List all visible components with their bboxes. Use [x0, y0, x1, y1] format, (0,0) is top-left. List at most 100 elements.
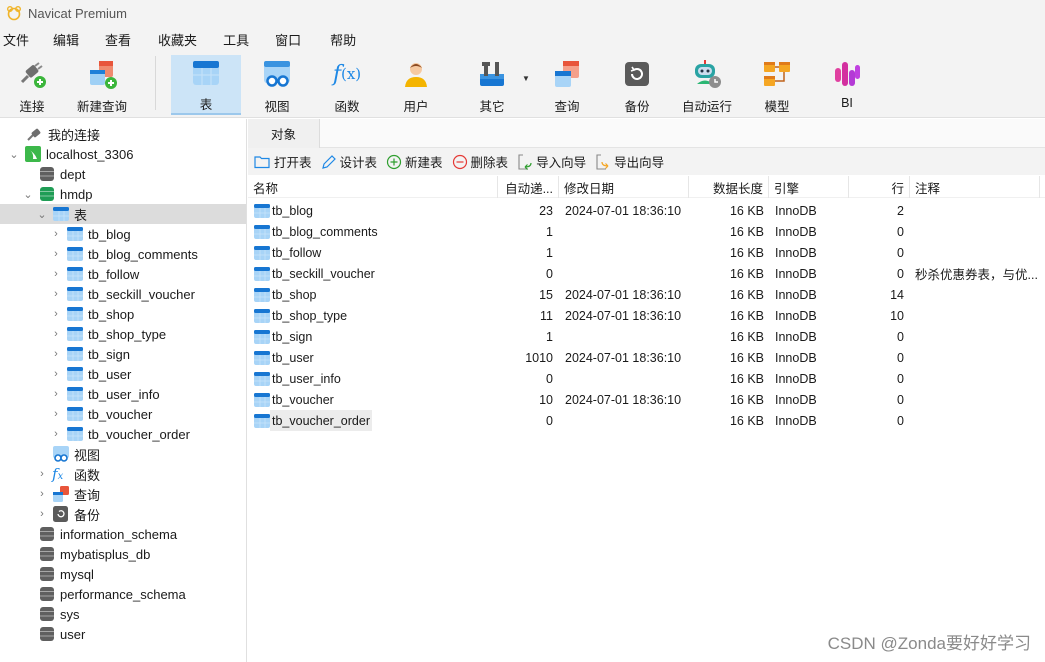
tree-node-backup[interactable]: › 备份: [36, 504, 100, 524]
chevron-right-icon[interactable]: ›: [50, 408, 62, 420]
chevron-right-icon[interactable]: ›: [50, 228, 62, 240]
column-header-data-length[interactable]: 数据长度: [689, 176, 769, 198]
chevron-right-icon[interactable]: ›: [50, 328, 62, 340]
chevron-right-icon[interactable]: ›: [50, 348, 62, 360]
database-open-icon: [38, 186, 56, 202]
toolbar-automation-button[interactable]: 自动运行: [678, 55, 736, 115]
toolbar-view-button[interactable]: 视图: [250, 55, 304, 115]
chevron-down-icon[interactable]: ⌄: [8, 148, 20, 161]
column-header-modified-date[interactable]: 修改日期: [559, 176, 689, 198]
tree-table-tb_blog[interactable]: › tb_blog: [50, 224, 131, 244]
column-header-auto-increment[interactable]: 自动递...: [498, 176, 559, 198]
tree-node-function[interactable]: › fx 函数: [36, 464, 100, 484]
menu-help[interactable]: 帮助: [329, 30, 357, 49]
table-row[interactable]: tb_user 1010 2024-07-01 18:36:10 16 KB InnoD…: [248, 347, 1045, 368]
other-dropdown-arrow-icon[interactable]: ▼: [522, 74, 530, 83]
table-row[interactable]: tb_user_info 0 16 KB InnoDB 0: [248, 368, 1045, 389]
export-wizard-button[interactable]: 导出向导: [595, 152, 664, 171]
tree-table-tb_shop_type[interactable]: › tb_shop_type: [50, 324, 166, 344]
tree-table-tb_follow[interactable]: › tb_follow: [50, 264, 139, 284]
tree-connection-localhost[interactable]: ⌄ localhost_3306: [8, 144, 133, 164]
tree-table-tb_shop[interactable]: › tb_shop: [50, 304, 134, 324]
chevron-down-icon[interactable]: ⌄: [36, 208, 48, 221]
table-row[interactable]: tb_follow 1 16 KB InnoDB 0: [248, 242, 1045, 263]
table-icon: [66, 266, 84, 282]
engine: InnoDB: [775, 266, 817, 281]
column-header-engine[interactable]: 引擎: [769, 176, 849, 198]
chevron-right-icon[interactable]: ›: [50, 288, 62, 300]
toolbar-new-query-button[interactable]: 新建查询: [72, 55, 132, 115]
menu-window[interactable]: 窗口: [274, 30, 302, 49]
tree-tables-folder[interactable]: ⌄ 表: [0, 204, 246, 224]
tree-table-tb_user[interactable]: › tb_user: [50, 364, 131, 384]
tree-table-tb_seckill_voucher[interactable]: › tb_seckill_voucher: [50, 284, 195, 304]
table-name: tb_sign: [272, 329, 313, 344]
open-table-button[interactable]: 打开表: [254, 152, 312, 171]
table-row[interactable]: tb_sign 1 16 KB InnoDB 0: [248, 326, 1045, 347]
import-wizard-button[interactable]: 导入向导: [517, 152, 586, 171]
menu-file[interactable]: 文件: [2, 30, 30, 49]
toolbar-other-button[interactable]: 其它: [462, 55, 522, 115]
column-header-comment[interactable]: 注释: [910, 176, 1040, 198]
toolbar-model-button[interactable]: 模型: [750, 55, 804, 115]
table-row[interactable]: tb_blog 23 2024-07-01 18:36:10 16 KB InnoDB 2: [248, 200, 1045, 221]
toolbar-user-button[interactable]: 用户: [390, 55, 442, 115]
tree-node-label: 表: [74, 207, 88, 223]
table-row[interactable]: tb_voucher 10 2024-07-01 18:36:10 16 KB Inno…: [248, 389, 1045, 410]
tree-database-user[interactable]: user: [22, 624, 85, 644]
auto-increment: 1: [546, 329, 553, 344]
column-header-name[interactable]: 名称: [248, 176, 498, 198]
tree-root-my-connections[interactable]: 我的连接: [10, 124, 100, 144]
tree-database-sys[interactable]: sys: [22, 604, 80, 624]
comment: 秒杀优惠券表，与优...: [915, 268, 1038, 282]
chevron-right-icon[interactable]: ›: [36, 508, 48, 520]
table-icon: [66, 226, 84, 242]
chevron-right-icon[interactable]: ›: [50, 268, 62, 280]
modified-date: [565, 326, 690, 347]
chevron-down-icon[interactable]: ⌄: [22, 188, 34, 201]
tab-objects[interactable]: 对象: [248, 119, 320, 148]
new-table-button[interactable]: 新建表: [386, 152, 443, 171]
toolbar-connect-button[interactable]: 连接: [8, 55, 56, 115]
tree-node-query[interactable]: › 查询: [36, 484, 100, 504]
table-row[interactable]: tb_voucher_order 0 16 KB InnoDB 0: [248, 410, 1045, 431]
menu-tools[interactable]: 工具: [222, 30, 250, 49]
tree-table-tb_sign[interactable]: › tb_sign: [50, 344, 130, 364]
engine: InnoDB: [775, 413, 817, 428]
tree-database-mybatisplus_db[interactable]: mybatisplus_db: [22, 544, 150, 564]
menu-edit[interactable]: 编辑: [52, 30, 80, 49]
menu-favorites[interactable]: 收藏夹: [157, 30, 198, 49]
toolbar-backup-button[interactable]: 备份: [610, 55, 664, 115]
table-icon: [254, 329, 270, 344]
tree-table-tb_user_info[interactable]: › tb_user_info: [50, 384, 159, 404]
column-header-rows[interactable]: 行: [849, 176, 910, 198]
toolbar-bi-button[interactable]: BI: [820, 55, 874, 115]
tree-table-tb_voucher[interactable]: › tb_voucher: [50, 404, 152, 424]
chevron-right-icon[interactable]: ›: [36, 468, 48, 480]
chevron-right-icon[interactable]: ›: [50, 368, 62, 380]
chevron-right-icon[interactable]: ›: [36, 488, 48, 500]
table-row[interactable]: tb_seckill_voucher 0 16 KB InnoDB 0 秒杀优惠券表，与优…: [248, 263, 1045, 284]
chevron-right-icon[interactable]: ›: [50, 388, 62, 400]
auto-increment: 10: [539, 392, 553, 407]
chevron-right-icon[interactable]: ›: [50, 308, 62, 320]
tree-database-hmdp[interactable]: ⌄ hmdp: [22, 184, 92, 204]
table-row[interactable]: tb_shop 15 2024-07-01 18:36:10 16 KB InnoDB 1…: [248, 284, 1045, 305]
tree-table-tb_voucher_order[interactable]: › tb_voucher_order: [50, 424, 190, 444]
chevron-right-icon[interactable]: ›: [50, 248, 62, 260]
tree-database-information_schema[interactable]: information_schema: [22, 524, 177, 544]
tree-database-performance_schema[interactable]: performance_schema: [22, 584, 186, 604]
tree-node-view[interactable]: 视图: [36, 444, 100, 464]
table-row[interactable]: tb_blog_comments 1 16 KB InnoDB 0: [248, 221, 1045, 242]
tree-table-tb_blog_comments[interactable]: › tb_blog_comments: [50, 244, 198, 264]
design-table-button[interactable]: 设计表: [321, 152, 377, 171]
tree-database-dept[interactable]: dept: [22, 164, 85, 184]
toolbar-query-button[interactable]: 查询: [540, 55, 594, 115]
menu-view[interactable]: 查看: [104, 30, 132, 49]
chevron-right-icon[interactable]: ›: [50, 428, 62, 440]
tree-database-mysql[interactable]: mysql: [22, 564, 94, 584]
toolbar-function-button[interactable]: f (x) 函数: [320, 55, 374, 115]
delete-table-button[interactable]: 删除表: [452, 152, 508, 171]
table-row[interactable]: tb_shop_type 11 2024-07-01 18:36:10 16 KB In…: [248, 305, 1045, 326]
toolbar-table-button[interactable]: 表: [171, 55, 241, 115]
